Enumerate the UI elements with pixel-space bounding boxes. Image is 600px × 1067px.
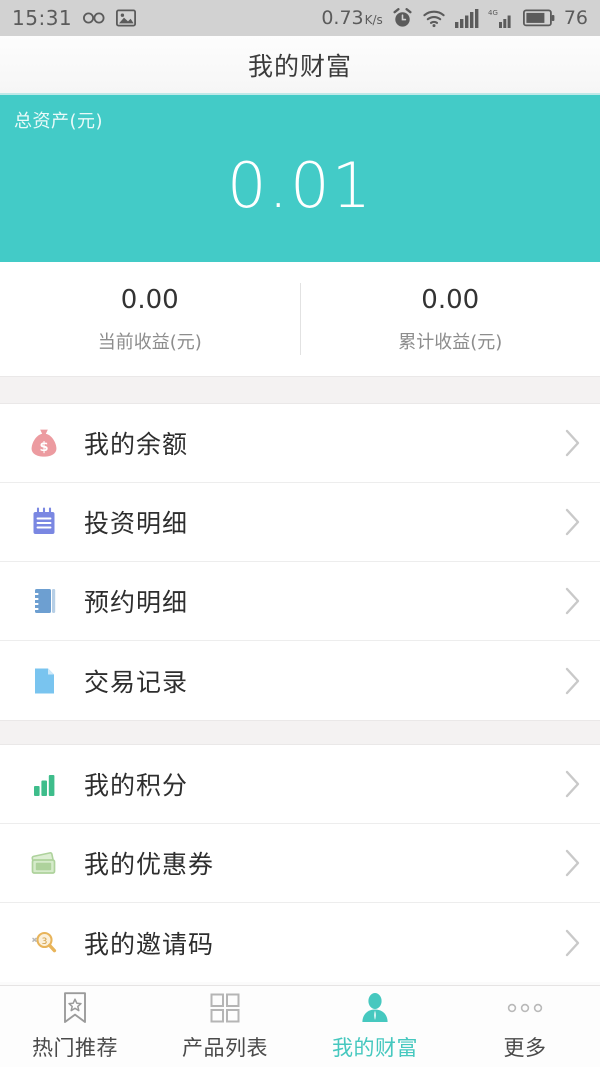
- menu-item-label: 我的邀请码: [84, 929, 215, 959]
- title-bar: 我的财富: [0, 36, 600, 95]
- battery-icon: [522, 9, 555, 27]
- status-bar-right: 0.73 K/s 4G 76: [321, 7, 588, 29]
- bottom-tab-bar: 热门推荐 产品列表 我的财富 更多: [0, 985, 600, 1067]
- svg-text:3: 3: [42, 937, 48, 947]
- alarm-clock-icon: [392, 7, 413, 29]
- total-earnings-value: 0.00: [421, 284, 480, 315]
- network-speed-unit: K/s: [364, 13, 383, 27]
- document-icon: [22, 659, 66, 703]
- current-earnings-label: 当前收益(元): [97, 331, 202, 353]
- chevron-right-icon: [564, 507, 582, 537]
- notepad-icon: [22, 500, 66, 544]
- tab-hot-recommend[interactable]: 热门推荐: [0, 986, 150, 1067]
- money-bag-icon: $: [22, 421, 66, 465]
- total-earnings-stat: 0.00 累计收益(元): [301, 285, 600, 354]
- bookmark-star-icon: [60, 991, 90, 1025]
- menu-item-my-balance[interactable]: $ 我的余额: [0, 404, 600, 483]
- tab-label: 热门推荐: [32, 1036, 118, 1060]
- svg-text:$: $: [39, 440, 48, 455]
- chevron-right-icon: [564, 928, 582, 958]
- tab-more[interactable]: 更多: [450, 986, 600, 1067]
- status-time: 15:31: [12, 6, 73, 30]
- bar-chart-icon: [22, 762, 66, 806]
- tab-product-list[interactable]: 产品列表: [150, 986, 300, 1067]
- total-earnings-label: 累计收益(元): [398, 331, 503, 353]
- chevron-right-icon: [564, 428, 582, 458]
- menu-item-reservation-details[interactable]: 预约明细: [0, 562, 600, 641]
- infinity-icon: [82, 10, 106, 26]
- current-earnings-stat: 0.00 当前收益(元): [0, 285, 300, 354]
- menu-item-my-invite-code[interactable]: 3 我的邀请码: [0, 903, 600, 982]
- svg-text:4G: 4G: [488, 9, 498, 17]
- menu-item-label: 交易记录: [84, 667, 189, 697]
- chevron-right-icon: [564, 666, 582, 696]
- total-assets-banner: 总资产(元) 0.01: [0, 95, 600, 262]
- section-gap-middle: [0, 720, 600, 745]
- menu-item-my-points[interactable]: 我的积分: [0, 745, 600, 824]
- tab-label: 更多: [503, 1036, 547, 1060]
- section-gap-top: [0, 376, 600, 404]
- notebook-icon: [22, 579, 66, 623]
- network-speed: 0.73 K/s: [321, 7, 382, 29]
- battery-level: 76: [563, 7, 588, 29]
- coupon-icon: [22, 841, 66, 885]
- menu-item-label: 我的优惠券: [84, 850, 215, 879]
- menu-item-investment-details[interactable]: 投资明细: [0, 483, 600, 562]
- app-screen: 15:31 0.73 K/s 4G 76 我的财富 总资产(元) 0.01 0.…: [0, 0, 600, 1067]
- grid-icon: [208, 991, 242, 1025]
- signal-bars-icon: [454, 8, 479, 28]
- status-bar-left: 15:31: [12, 6, 137, 30]
- chevron-right-icon: [564, 586, 582, 616]
- chevron-right-icon: [564, 769, 582, 799]
- total-assets-label: 总资产(元): [14, 111, 104, 132]
- magnifier-icon: 3: [22, 921, 66, 965]
- network-speed-value: 0.73: [321, 7, 364, 29]
- menu-item-label: 我的积分: [84, 771, 189, 800]
- menu-group-rewards: 我的积分 我的优惠券 3 我的邀请码: [0, 745, 600, 982]
- tab-label: 产品列表: [182, 1036, 268, 1060]
- menu-item-my-coupons[interactable]: 我的优惠券: [0, 824, 600, 903]
- image-icon: [116, 9, 137, 27]
- 4g-signal-icon: 4G: [488, 8, 514, 28]
- chevron-right-icon: [564, 848, 582, 878]
- page-title: 我的财富: [247, 51, 352, 81]
- tab-label: 我的财富: [332, 1036, 418, 1060]
- tab-my-wealth[interactable]: 我的财富: [300, 986, 450, 1067]
- person-icon: [359, 991, 391, 1025]
- earnings-stats: 0.00 当前收益(元) 0.00 累计收益(元): [0, 262, 600, 376]
- menu-item-label: 投资明细: [84, 509, 189, 538]
- status-bar: 15:31 0.73 K/s 4G 76: [0, 0, 600, 36]
- total-assets-amount: 0.01: [226, 149, 374, 222]
- menu-item-label: 预约明细: [84, 588, 189, 617]
- wifi-icon: [422, 9, 446, 28]
- menu-group-accounts: $ 我的余额 投资明细 预约明细 交易记录: [0, 404, 600, 720]
- current-earnings-value: 0.00: [120, 284, 179, 315]
- menu-item-transaction-records[interactable]: 交易记录: [0, 641, 600, 720]
- menu-item-label: 我的余额: [84, 430, 189, 459]
- more-dots-icon: [505, 991, 545, 1025]
